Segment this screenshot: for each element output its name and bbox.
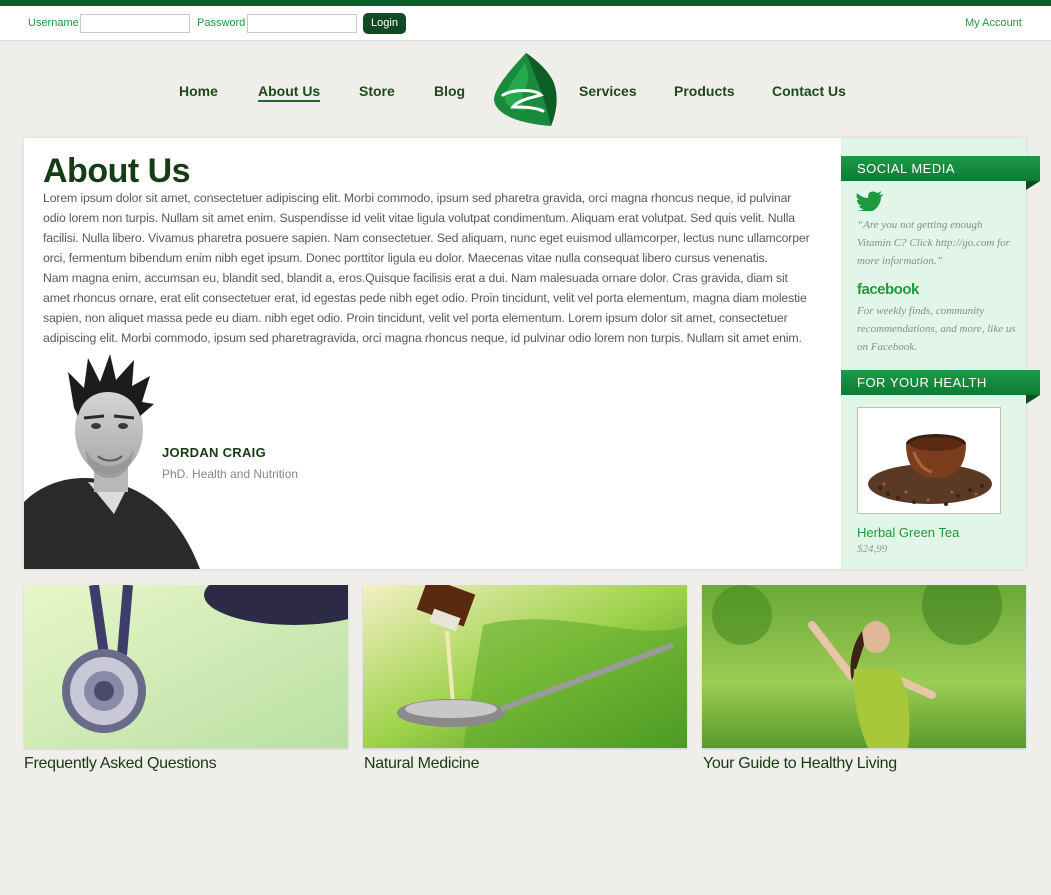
nav-products[interactable]: Products <box>674 83 735 99</box>
facebook-logo[interactable]: facebook <box>857 281 919 298</box>
nav-about-us[interactable]: About Us <box>258 83 321 102</box>
page-title: About Us <box>43 152 191 190</box>
person-name: JORDAN CRAIG <box>162 445 266 460</box>
natural-medicine-tile-caption[interactable]: Natural Medicine <box>364 755 480 773</box>
person-portrait-image <box>24 354 200 569</box>
nav-services[interactable]: Services <box>579 83 637 99</box>
about-body-text: Lorem ipsum dolor sit amet, consectetuer… <box>43 188 813 348</box>
natural-medicine-tile-image[interactable] <box>363 585 687 748</box>
username-input[interactable] <box>80 14 190 33</box>
about-paragraph-1: Lorem ipsum dolor sit amet, consectetuer… <box>43 191 810 265</box>
login-button[interactable]: Login <box>363 13 406 34</box>
nav-home[interactable]: Home <box>179 83 218 99</box>
product-price: $24,99 <box>857 543 888 555</box>
ribbon-fold <box>1026 395 1040 404</box>
for-your-health-heading: FOR YOUR HEALTH <box>841 370 1040 395</box>
nav-blog[interactable]: Blog <box>434 83 465 99</box>
social-media-heading: SOCIAL MEDIA <box>841 156 1040 181</box>
product-name[interactable]: Herbal Green Tea <box>857 525 959 540</box>
my-account-link[interactable]: My Account <box>965 17 1022 29</box>
person-title: PhD. Health and Nutrition <box>162 467 299 481</box>
nav-contact-us[interactable]: Contact Us <box>772 83 846 99</box>
about-paragraph-2: Nam magna enim, accumsan eu, blandit sed… <box>43 271 807 345</box>
ribbon-fold <box>1026 181 1040 190</box>
password-label: Password <box>197 17 246 29</box>
username-label: Username <box>28 17 79 29</box>
twitter-icon[interactable] <box>856 191 884 211</box>
nav-store[interactable]: Store <box>359 83 395 99</box>
password-input[interactable] <box>247 14 357 33</box>
facebook-text: For weekly finds, community recommendati… <box>857 305 1016 353</box>
healthy-living-tile-image[interactable] <box>702 585 1026 748</box>
login-bar: Username Password Login My Account <box>0 6 1051 41</box>
product-image[interactable] <box>857 407 1001 514</box>
healthy-living-tile-caption[interactable]: Your Guide to Healthy Living <box>703 755 897 773</box>
twitter-quote: “Are you not getting enough Vitamin C? C… <box>857 219 1010 267</box>
faq-tile-caption[interactable]: Frequently Asked Questions <box>24 755 217 773</box>
faq-tile-image[interactable] <box>24 585 348 748</box>
leaf-logo[interactable] <box>491 51 561 127</box>
